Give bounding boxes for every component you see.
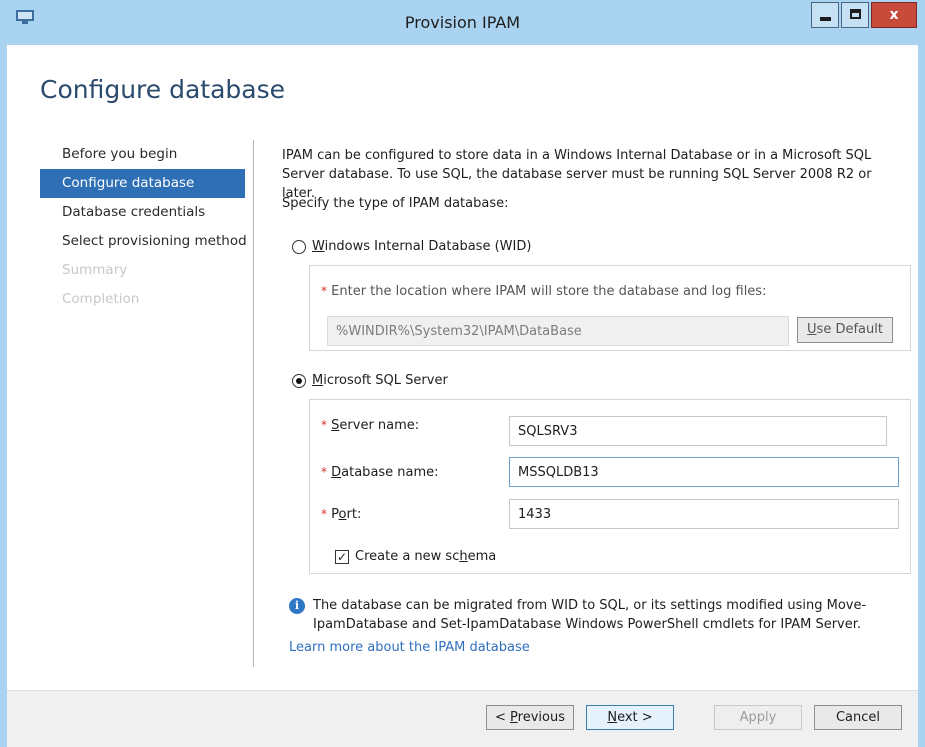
nav-item-before-you-begin[interactable]: Before you begin xyxy=(40,140,245,169)
wid-radio-label[interactable]: Windows Internal Database (WID) xyxy=(312,239,531,254)
close-button[interactable]: x xyxy=(871,2,917,28)
port-input[interactable]: 1433 xyxy=(509,499,899,529)
create-schema-label[interactable]: Create a new schema xyxy=(355,549,496,564)
page-title: Configure database xyxy=(40,75,286,104)
maximize-icon xyxy=(850,9,861,19)
server-name-input[interactable]: SQLSRV3 xyxy=(509,416,887,446)
info-icon: i xyxy=(289,598,305,614)
maximize-button[interactable] xyxy=(841,2,869,28)
database-type-label: Specify the type of IPAM database: xyxy=(282,196,509,211)
database-name-label: * Database name: xyxy=(321,465,439,480)
title-bar[interactable]: Provision IPAM x xyxy=(0,0,925,45)
nav-divider xyxy=(253,140,254,667)
nav-item-select-provisioning-method[interactable]: Select provisioning method xyxy=(40,227,247,256)
wid-settings-group: * Enter the location where IPAM will sto… xyxy=(309,265,911,351)
wizard-nav: Before you begin Configure database Data… xyxy=(40,140,247,314)
previous-button[interactable]: < Previous xyxy=(486,705,574,730)
database-name-input[interactable]: MSSQLDB13 xyxy=(509,457,899,487)
minimize-icon xyxy=(820,17,831,21)
minimize-button[interactable] xyxy=(811,2,839,28)
sql-radio-label[interactable]: Microsoft SQL Server xyxy=(312,373,448,388)
server-name-label: * Server name: xyxy=(321,418,420,433)
window-title: Provision IPAM xyxy=(404,13,521,32)
sql-radio[interactable] xyxy=(292,374,306,388)
intro-text: IPAM can be configured to store data in … xyxy=(282,148,872,201)
wid-radio[interactable] xyxy=(292,240,306,254)
close-icon: x xyxy=(889,7,899,23)
provision-ipam-window: Provision IPAM x Configure database Befo… xyxy=(0,0,925,747)
migration-info-text: The database can be migrated from WID to… xyxy=(313,598,867,632)
wid-location-input: %WINDIR%\System32\IPAM\DataBase xyxy=(327,316,789,346)
port-label: * Port: xyxy=(321,507,362,522)
sql-settings-group: * Server name: SQLSRV3 * Database name: … xyxy=(309,399,911,574)
wizard-footer: < Previous Next > Apply Cancel xyxy=(7,690,918,747)
apply-button: Apply xyxy=(714,705,802,730)
nav-item-database-credentials[interactable]: Database credentials xyxy=(40,198,245,227)
use-default-button[interactable]: Use Default xyxy=(797,317,893,343)
nav-item-completion: Completion xyxy=(62,291,140,307)
nav-item-configure-database[interactable]: Configure database xyxy=(40,169,245,198)
wid-location-label: * Enter the location where IPAM will sto… xyxy=(321,284,767,299)
nav-item-summary: Summary xyxy=(62,262,128,278)
cancel-button[interactable]: Cancel xyxy=(814,705,902,730)
next-button[interactable]: Next > xyxy=(586,705,674,730)
create-schema-checkbox[interactable]: ✓ xyxy=(335,550,349,564)
learn-more-link[interactable]: Learn more about the IPAM database xyxy=(289,640,530,655)
